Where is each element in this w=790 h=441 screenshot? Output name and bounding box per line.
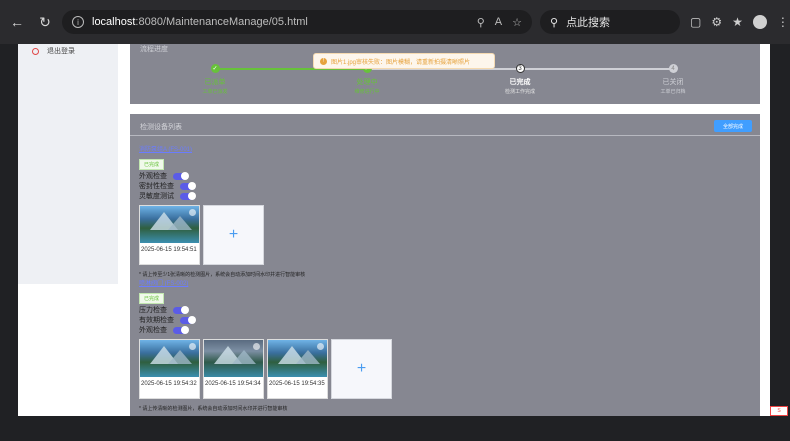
toast-message: 图片1.jpg审核失败：图片模糊，请重新拍摄清晰照片	[331, 59, 471, 66]
check-label: 压力检查	[139, 307, 167, 314]
step-label: 已完成	[509, 79, 531, 86]
info-icon[interactable]: i	[72, 16, 84, 28]
url-host: localhost	[92, 16, 136, 28]
back-icon[interactable]: ←	[6, 11, 28, 33]
delete-image-icon[interactable]	[189, 343, 196, 350]
status-badge: 已完成	[139, 159, 165, 170]
check-item: 灵敏度测试	[139, 191, 305, 201]
check-toggle[interactable]	[180, 316, 196, 324]
check-label: 外观检查	[139, 173, 167, 180]
reload-icon[interactable]: ↻	[34, 11, 56, 33]
complete-all-button[interactable]: 全部完成	[714, 120, 752, 132]
profile-avatar[interactable]	[752, 15, 767, 29]
step-number: 3	[515, 64, 525, 73]
search-placeholder: 点此搜索	[566, 17, 611, 29]
delete-image-icon[interactable]	[253, 343, 260, 350]
warning-icon: !	[320, 57, 327, 65]
url-path: :8080/MaintenanceManage/05.html	[135, 16, 308, 28]
device-name-link[interactable]: 喷淋阀门 (FS-002)	[139, 278, 392, 287]
warning-toast: ! 图片1.jpg审核失败：图片模糊，请重新拍摄清晰照片	[313, 53, 495, 69]
landscape-photo	[140, 206, 199, 243]
search-icon: ⚲	[550, 16, 559, 29]
check-item: 有效期检查	[139, 315, 392, 325]
device-list-card: 检测设备列表 全部完成 消防泵组A (FS-001) 已完成 外观检查 密封性检…	[130, 114, 760, 416]
step-closed: 4 已关闭 工单已归档	[633, 64, 713, 95]
check-toggle[interactable]	[173, 326, 189, 334]
sidebar-item-logout[interactable]: 退出登录	[18, 44, 118, 58]
main-content: 流程进度 ✓ 已派单 工单已派发 ✓ 处理中 维修进行中 3 已完成 检测工作完…	[130, 44, 760, 416]
check-item: 密封性检查	[139, 181, 305, 191]
image-list: 2025-06-15 19:54:51 +	[139, 205, 305, 265]
image-timestamp: 2025-06-15 19:54:51	[141, 247, 197, 253]
browser-toolbar: ← ↻ i localhost:8080/MaintenanceManage/0…	[0, 0, 790, 44]
address-bar[interactable]: i localhost:8080/MaintenanceManage/05.ht…	[62, 10, 532, 34]
power-icon	[32, 47, 39, 55]
delete-image-icon[interactable]	[317, 343, 324, 350]
step-label: 处理中	[356, 79, 378, 86]
progress-card-title: 流程进度	[140, 46, 168, 53]
uploaded-image[interactable]: 2025-06-15 19:54:34	[203, 339, 264, 399]
split-screen-icon[interactable]: ▢	[690, 15, 701, 29]
check-label: 密封性检查	[139, 183, 174, 190]
url-text[interactable]: localhost:8080/MaintenanceManage/05.html	[92, 16, 477, 28]
uploaded-image[interactable]: 2025-06-15 19:54:32	[139, 339, 200, 399]
landscape-photo	[204, 340, 263, 377]
image-timestamp: 2025-06-15 19:54:34	[205, 381, 261, 387]
step-sub: 维修进行中	[354, 89, 380, 95]
upload-plus-button[interactable]: +	[331, 339, 392, 399]
upload-plus-button[interactable]: +	[203, 205, 264, 265]
sidebar-item-label: 退出登录	[47, 48, 75, 55]
status-badge: 已完成	[139, 293, 165, 304]
check-label: 外观检查	[139, 327, 167, 334]
check-toggle[interactable]	[180, 192, 196, 200]
corner-widget-icon[interactable]: S	[770, 406, 788, 416]
upload-hint: * 请上传至少1张清晰的检测图片，系统会自动添加时间水印并进行智能审核	[139, 272, 306, 278]
device-name-link[interactable]: 消防泵组A (FS-001)	[139, 144, 305, 153]
device-item: 喷淋阀门 (FS-002) 已完成 压力检查 有效期检查 外观检查 2025-0…	[139, 278, 392, 412]
page-viewport: 退出登录 流程进度 ✓ 已派单 工单已派发 ✓ 处理中 维修进行中 3 已完成 …	[18, 44, 770, 416]
image-timestamp: 2025-06-15 19:54:35	[269, 381, 325, 387]
card-header: 检测设备列表 全部完成	[130, 114, 760, 136]
image-list: 2025-06-15 19:54:32 2025-06-15 19:54:34 …	[139, 339, 392, 399]
favorites-icon[interactable]: ★	[732, 15, 743, 29]
more-menu-icon[interactable]: ⋮	[777, 15, 789, 29]
uploaded-image[interactable]: 2025-06-15 19:54:51	[139, 205, 200, 265]
check-toggle[interactable]	[173, 172, 189, 180]
check-icon: ✓	[210, 64, 220, 73]
step-dispatched: ✓ 已派单 工单已派发	[175, 64, 255, 95]
step-sub: 工单已派发	[202, 89, 228, 95]
check-item: 压力检查	[139, 305, 392, 315]
sidebar: 退出登录	[18, 44, 118, 284]
uploaded-image[interactable]: 2025-06-15 19:54:35	[267, 339, 328, 399]
delete-image-icon[interactable]	[189, 209, 196, 216]
step-number: 4	[668, 64, 678, 73]
extensions-icon[interactable]: ⚙	[711, 15, 722, 29]
device-list-title: 检测设备列表	[140, 124, 182, 131]
zoom-icon[interactable]: ⚲	[477, 16, 485, 29]
check-item: 外观检查	[139, 325, 392, 335]
check-label: 灵敏度测试	[139, 193, 174, 200]
check-toggle[interactable]	[180, 182, 196, 190]
favorite-star-icon[interactable]: ☆	[512, 16, 522, 29]
read-aloud-icon[interactable]: A	[495, 16, 502, 29]
check-toggle[interactable]	[173, 306, 189, 314]
landscape-photo	[268, 340, 327, 377]
step-sub: 工单已归档	[660, 89, 686, 95]
step-sub: 检测工作完成	[504, 89, 535, 95]
upload-hint: * 请上传清晰的检测图片，系统会自动添加时间水印并进行智能审核	[139, 406, 288, 412]
device-item: 消防泵组A (FS-001) 已完成 外观检查 密封性检查 灵敏度测试 2025…	[139, 144, 305, 278]
image-timestamp: 2025-06-15 19:54:32	[141, 381, 197, 387]
step-label: 已关闭	[662, 79, 684, 86]
search-box[interactable]: ⚲ 点此搜索	[540, 10, 680, 34]
check-item: 外观检查	[139, 171, 305, 181]
landscape-photo	[140, 340, 199, 377]
step-label: 已派单	[204, 79, 226, 86]
check-label: 有效期检查	[139, 317, 174, 324]
